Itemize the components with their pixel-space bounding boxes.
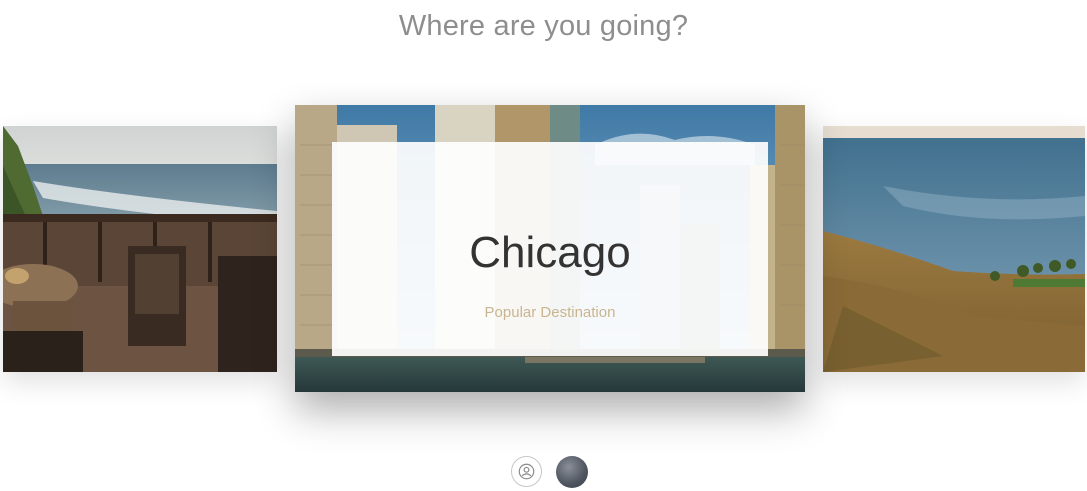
destination-info-panel: Chicago Popular Destination [332,142,768,356]
user-icon [518,463,535,480]
coastal-hillside-image [823,126,1085,372]
city-name: Chicago [469,228,631,277]
beach-balcony-image [3,126,277,372]
page-title: Where are you going? [398,10,689,42]
destination-subtitle: Popular Destination [484,304,616,321]
destination-card-right[interactable] [823,126,1085,372]
bottom-controls [511,456,591,490]
profile-avatar[interactable] [556,456,588,488]
user-button[interactable] [511,456,542,487]
destination-card-left[interactable] [3,126,277,372]
